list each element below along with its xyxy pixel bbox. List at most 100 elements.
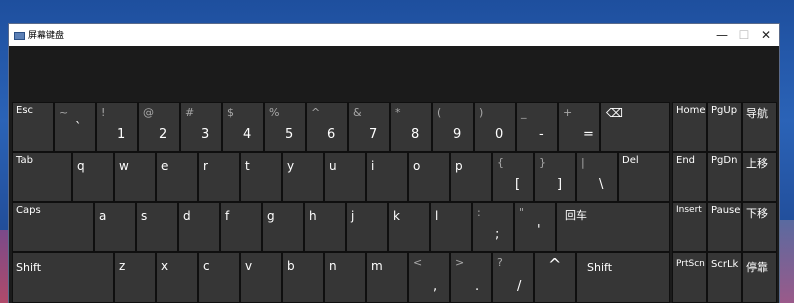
key-f[interactable]: f bbox=[220, 202, 262, 252]
key-tab[interactable]: Tab bbox=[12, 152, 72, 202]
key-home[interactable]: Home bbox=[672, 102, 707, 152]
key-label: i bbox=[371, 159, 375, 173]
key-d[interactable]: d bbox=[178, 202, 220, 252]
key-j[interactable]: j bbox=[346, 202, 388, 252]
key-label: y bbox=[287, 159, 295, 173]
key-move-down[interactable]: 下移 bbox=[742, 202, 777, 252]
key-k[interactable]: k bbox=[388, 202, 430, 252]
key-insert[interactable]: Insert bbox=[672, 202, 707, 252]
key-minus[interactable]: _ - bbox=[516, 102, 558, 152]
key-prtscn[interactable]: PrtScn bbox=[672, 252, 707, 303]
key-label: 下移 bbox=[746, 207, 768, 220]
key-e[interactable]: e bbox=[156, 152, 198, 202]
key-label: Home bbox=[676, 105, 706, 116]
key-end[interactable]: End bbox=[672, 152, 707, 202]
key-period[interactable]: >. bbox=[450, 252, 492, 303]
key-t[interactable]: t bbox=[240, 152, 282, 202]
key-b[interactable]: b bbox=[282, 252, 324, 303]
key-c[interactable]: c bbox=[198, 252, 240, 303]
key-u[interactable]: u bbox=[324, 152, 366, 202]
key-label: n bbox=[329, 259, 337, 273]
close-button[interactable]: ✕ bbox=[753, 24, 779, 46]
key-label: g bbox=[267, 209, 275, 223]
key-pgdn[interactable]: PgDn bbox=[707, 152, 742, 202]
key-shift-label: % bbox=[269, 106, 280, 119]
key-scrlk[interactable]: ScrLk bbox=[707, 252, 742, 303]
key-w[interactable]: w bbox=[114, 152, 156, 202]
key-main-label: ` bbox=[75, 121, 82, 136]
key-shift-label: ~ bbox=[59, 106, 69, 119]
key-backspace[interactable]: ⌫ bbox=[600, 102, 670, 152]
key-backtick[interactable]: ~ ` bbox=[54, 102, 96, 152]
key-x[interactable]: x bbox=[156, 252, 198, 303]
key-shift-label: ? bbox=[497, 256, 503, 269]
key-a[interactable]: a bbox=[94, 202, 136, 252]
key-8[interactable]: * 8 bbox=[390, 102, 432, 152]
key-label: PgDn bbox=[711, 155, 738, 166]
key-move-up[interactable]: 上移 bbox=[742, 152, 777, 202]
up-arrow-icon: ^ bbox=[548, 255, 562, 274]
key-enter[interactable]: 回车 bbox=[556, 202, 670, 252]
key-dock[interactable]: 停靠 bbox=[742, 252, 777, 303]
key-5[interactable]: % 5 bbox=[264, 102, 306, 152]
key-up-arrow[interactable]: ^ bbox=[534, 252, 576, 303]
key-comma[interactable]: <, bbox=[408, 252, 450, 303]
key-0[interactable]: ) 0 bbox=[474, 102, 516, 152]
key-m[interactable]: m bbox=[366, 252, 408, 303]
key-nav[interactable]: 导航 bbox=[742, 102, 777, 152]
key-p[interactable]: p bbox=[450, 152, 492, 202]
key-l[interactable]: l bbox=[430, 202, 472, 252]
key-label: a bbox=[99, 209, 107, 223]
key-3[interactable]: #3 bbox=[180, 102, 222, 152]
key-label: Del bbox=[622, 155, 639, 166]
key-9[interactable]: (9 bbox=[432, 102, 474, 152]
key-4[interactable]: $4 bbox=[222, 102, 264, 152]
key-s[interactable]: s bbox=[136, 202, 178, 252]
key-quote[interactable]: " ' bbox=[514, 202, 556, 252]
key-o[interactable]: o bbox=[408, 152, 450, 202]
key-caps[interactable]: Caps bbox=[12, 202, 94, 252]
key-shift-left[interactable]: Shift bbox=[12, 252, 114, 303]
key-n[interactable]: n bbox=[324, 252, 366, 303]
key-shift-label: ) bbox=[479, 106, 484, 119]
key-label: p bbox=[455, 159, 463, 173]
key-r[interactable]: r bbox=[198, 152, 240, 202]
key-right-bracket[interactable]: }] bbox=[534, 152, 576, 202]
key-g[interactable]: g bbox=[262, 202, 304, 252]
key-1[interactable]: ! 1 bbox=[96, 102, 138, 152]
key-z[interactable]: z bbox=[114, 252, 156, 303]
key-left-bracket[interactable]: {[ bbox=[492, 152, 534, 202]
key-equals[interactable]: + = bbox=[558, 102, 600, 152]
key-label: Esc bbox=[16, 105, 34, 116]
key-y[interactable]: y bbox=[282, 152, 324, 202]
key-v[interactable]: v bbox=[240, 252, 282, 303]
key-shift-label: { bbox=[497, 156, 504, 169]
key-pause[interactable]: Pause bbox=[707, 202, 742, 252]
key-6[interactable]: ^ 6 bbox=[306, 102, 348, 152]
key-pgup[interactable]: PgUp bbox=[707, 102, 742, 152]
key-del[interactable]: Del bbox=[618, 152, 670, 202]
key-7[interactable]: & 7 bbox=[348, 102, 390, 152]
key-q[interactable]: q bbox=[72, 152, 114, 202]
key-main-label: = bbox=[583, 127, 594, 142]
key-label: w bbox=[119, 159, 129, 173]
key-2[interactable]: @2 bbox=[138, 102, 180, 152]
key-i[interactable]: i bbox=[366, 152, 408, 202]
key-label: m bbox=[371, 259, 383, 273]
key-main-label: 0 bbox=[495, 127, 504, 142]
key-label: s bbox=[141, 209, 148, 223]
key-h[interactable]: h bbox=[304, 202, 346, 252]
title-bar[interactable]: 屏幕键盘 — ☐ ✕ bbox=[9, 24, 779, 46]
key-label: c bbox=[203, 259, 210, 273]
key-shift-label: + bbox=[563, 106, 573, 119]
key-backslash[interactable]: | \ bbox=[576, 152, 618, 202]
on-screen-keyboard-window: 屏幕键盘 — ☐ ✕ Esc ~ ` ! 1 @2 #3 $4 % 5 ^ 6 & 7 *… bbox=[9, 24, 779, 303]
key-label: Tab bbox=[16, 155, 33, 166]
key-semicolon[interactable]: :; bbox=[472, 202, 514, 252]
key-shift-label: > bbox=[455, 256, 465, 269]
key-esc[interactable]: Esc bbox=[12, 102, 54, 152]
key-slash[interactable]: ? / bbox=[492, 252, 534, 303]
key-shift-right[interactable]: Shift bbox=[576, 252, 670, 303]
key-main-label: 6 bbox=[327, 127, 336, 142]
key-label: q bbox=[77, 159, 85, 173]
